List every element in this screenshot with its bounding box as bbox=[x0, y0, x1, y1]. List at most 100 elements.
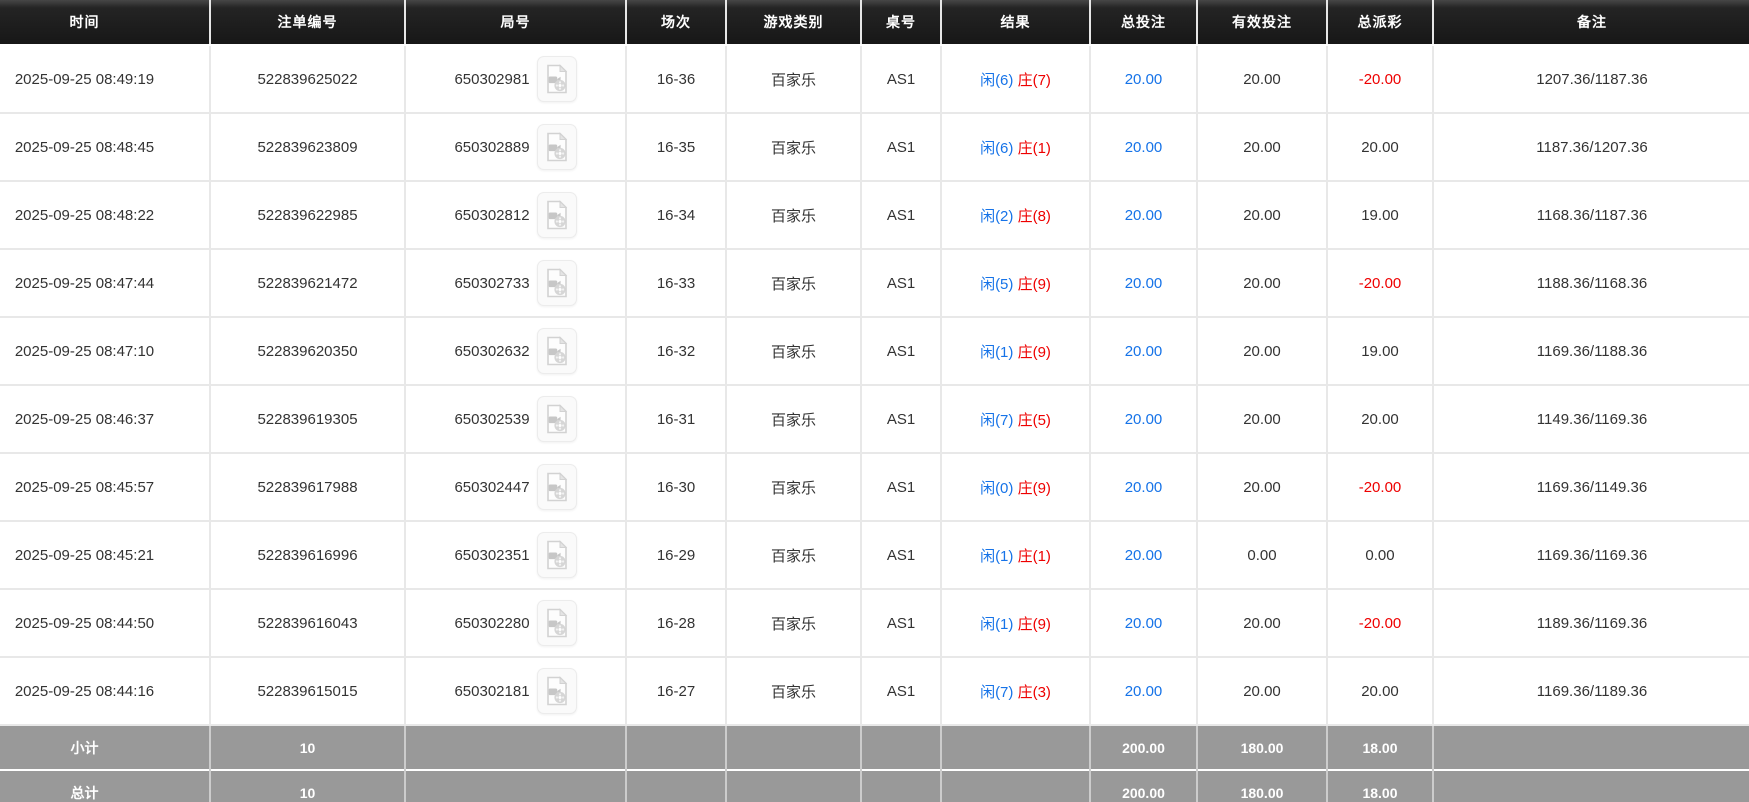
summary-empty-remark bbox=[1432, 724, 1749, 770]
video-file-icon bbox=[544, 404, 570, 434]
column-header-time: 时间 bbox=[0, 0, 211, 46]
summary-row: 总计 10 200.00 180.00 18.00 bbox=[0, 769, 1749, 802]
video-file-icon bbox=[544, 336, 570, 366]
video-replay-button[interactable] bbox=[536, 464, 577, 510]
result-banker: 庄(9) bbox=[1017, 275, 1051, 293]
cell-valid-bet: 20.00 bbox=[1196, 181, 1328, 250]
video-replay-button[interactable] bbox=[536, 600, 577, 646]
cell-time: 2025-09-25 08:46:37 bbox=[0, 385, 211, 454]
video-replay-button[interactable] bbox=[536, 56, 577, 102]
result-banker: 庄(9) bbox=[1017, 479, 1051, 497]
cell-time: 2025-09-25 08:44:50 bbox=[0, 589, 211, 658]
video-file-icon bbox=[544, 676, 570, 706]
cell-payout: 20.00 bbox=[1326, 113, 1434, 182]
table-header: 时间 注单编号 局号 场次 游戏类别 桌号 结果 总投注 有效投注 总派彩 备注 bbox=[0, 0, 1749, 46]
cell-bet-id: 522839620350 bbox=[209, 317, 406, 386]
cell-valid-bet: 20.00 bbox=[1196, 113, 1328, 182]
column-header-game_type: 游戏类别 bbox=[726, 0, 862, 46]
result-banker: 庄(9) bbox=[1017, 343, 1051, 361]
cell-game-type: 百家乐 bbox=[725, 453, 862, 522]
cell-payout: -20.00 bbox=[1326, 453, 1434, 522]
table-row: 2025-09-25 08:47:44 522839621472 6503027… bbox=[0, 249, 1749, 318]
video-replay-button[interactable] bbox=[536, 532, 577, 578]
summary-label: 小计 bbox=[0, 724, 211, 770]
cell-round: 650302539 bbox=[404, 385, 627, 454]
summary-empty-remark bbox=[1432, 769, 1749, 802]
cell-payout: 20.00 bbox=[1326, 657, 1434, 726]
summary-empty-result bbox=[940, 724, 1091, 770]
cell-bet-id: 522839619305 bbox=[209, 385, 406, 454]
cell-result: 闲(7) 庄(5) bbox=[940, 385, 1091, 454]
table-row: 2025-09-25 08:47:10 522839620350 6503026… bbox=[0, 317, 1749, 386]
cell-remark: 1189.36/1169.36 bbox=[1432, 589, 1749, 658]
cell-session: 16-36 bbox=[625, 45, 727, 114]
round-number: 650302981 bbox=[454, 70, 530, 88]
cell-payout: 19.00 bbox=[1326, 317, 1434, 386]
column-header-table_no: 桌号 bbox=[861, 0, 942, 46]
video-replay-button[interactable] bbox=[536, 192, 577, 238]
round-number: 650302889 bbox=[454, 138, 530, 156]
cell-round: 650302733 bbox=[404, 249, 627, 318]
cell-time: 2025-09-25 08:48:45 bbox=[0, 113, 211, 182]
cell-game-type: 百家乐 bbox=[725, 113, 862, 182]
cell-session: 16-34 bbox=[625, 181, 727, 250]
summary-empty-game bbox=[725, 724, 862, 770]
cell-time: 2025-09-25 08:49:19 bbox=[0, 45, 211, 114]
summary-empty-table bbox=[860, 769, 942, 802]
round-number: 650302812 bbox=[454, 206, 530, 224]
cell-remark: 1207.36/1187.36 bbox=[1432, 45, 1749, 114]
bet-records-table-wrap: 时间 注单编号 局号 场次 游戏类别 桌号 结果 总投注 有效投注 总派彩 备注 2025-09-2… bbox=[0, 0, 1749, 802]
table-row: 2025-09-25 08:48:45 522839623809 6503028… bbox=[0, 113, 1749, 182]
column-header-round_no: 局号 bbox=[405, 0, 627, 46]
result-player: 闲(1) bbox=[980, 615, 1014, 633]
column-header-session: 场次 bbox=[626, 0, 727, 46]
summary-empty-result bbox=[940, 769, 1091, 802]
result-banker: 庄(1) bbox=[1017, 547, 1051, 565]
cell-remark: 1168.36/1187.36 bbox=[1432, 181, 1749, 250]
result-player: 闲(2) bbox=[980, 207, 1014, 225]
table-row: 2025-09-25 08:44:16 522839615015 6503021… bbox=[0, 657, 1749, 726]
round-number: 650302447 bbox=[454, 478, 530, 496]
result-player: 闲(1) bbox=[980, 343, 1014, 361]
cell-round: 650302181 bbox=[404, 657, 627, 726]
cell-bet-id: 522839622985 bbox=[209, 181, 406, 250]
cell-payout: -20.00 bbox=[1326, 45, 1434, 114]
cell-valid-bet: 20.00 bbox=[1196, 45, 1328, 114]
cell-total-bet: 20.00 bbox=[1089, 181, 1198, 250]
summary-payout: 18.00 bbox=[1326, 724, 1434, 770]
video-replay-button[interactable] bbox=[536, 260, 577, 306]
result-player: 闲(7) bbox=[980, 411, 1014, 429]
video-file-icon bbox=[544, 472, 570, 502]
round-number: 650302351 bbox=[454, 546, 530, 564]
video-replay-button[interactable] bbox=[536, 124, 577, 170]
cell-game-type: 百家乐 bbox=[725, 521, 862, 590]
column-header-bet_id: 注单编号 bbox=[210, 0, 406, 46]
cell-valid-bet: 20.00 bbox=[1196, 453, 1328, 522]
summary-empty-table bbox=[860, 724, 942, 770]
cell-session: 16-31 bbox=[625, 385, 727, 454]
cell-round: 650302632 bbox=[404, 317, 627, 386]
summary-count: 10 bbox=[209, 724, 406, 770]
cell-game-type: 百家乐 bbox=[725, 181, 862, 250]
summary-empty-session bbox=[625, 769, 727, 802]
video-replay-button[interactable] bbox=[536, 328, 577, 374]
round-number: 650302181 bbox=[454, 682, 530, 700]
cell-total-bet: 20.00 bbox=[1089, 317, 1198, 386]
video-replay-button[interactable] bbox=[536, 396, 577, 442]
cell-payout: 19.00 bbox=[1326, 181, 1434, 250]
cell-remark: 1169.36/1149.36 bbox=[1432, 453, 1749, 522]
cell-table-no: AS1 bbox=[860, 45, 942, 114]
summary-empty-round bbox=[404, 724, 627, 770]
cell-total-bet: 20.00 bbox=[1089, 589, 1198, 658]
cell-remark: 1149.36/1169.36 bbox=[1432, 385, 1749, 454]
cell-round: 650302447 bbox=[404, 453, 627, 522]
cell-result: 闲(6) 庄(1) bbox=[940, 113, 1091, 182]
cell-game-type: 百家乐 bbox=[725, 385, 862, 454]
video-replay-button[interactable] bbox=[536, 668, 577, 714]
cell-remark: 1169.36/1169.36 bbox=[1432, 521, 1749, 590]
cell-time: 2025-09-25 08:48:22 bbox=[0, 181, 211, 250]
cell-table-no: AS1 bbox=[860, 521, 942, 590]
cell-result: 闲(2) 庄(8) bbox=[940, 181, 1091, 250]
column-header-valid_bet: 有效投注 bbox=[1197, 0, 1328, 46]
cell-round: 650302981 bbox=[404, 45, 627, 114]
